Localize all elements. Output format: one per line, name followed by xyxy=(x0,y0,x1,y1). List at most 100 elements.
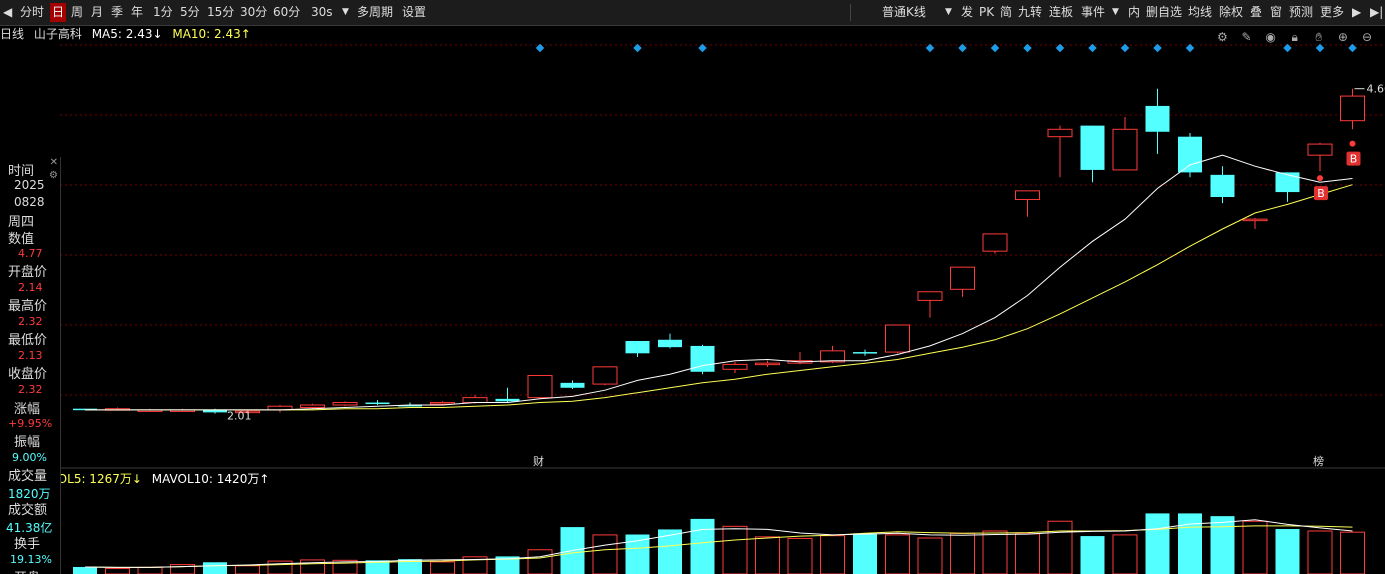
candle-body xyxy=(950,266,975,290)
events-dropdown-icon[interactable]: ▼ xyxy=(1112,3,1119,22)
toolbar-exright-button[interactable]: 除权 xyxy=(1219,3,1243,22)
candle-body xyxy=(853,352,877,354)
nav-forward-icon[interactable]: ▶ xyxy=(1352,3,1361,22)
period-tab-15min[interactable]: 15分 xyxy=(207,3,234,22)
volume-bar xyxy=(722,525,748,574)
period-tab-60min[interactable]: 60分 xyxy=(273,3,300,22)
more-label: 开盘 xyxy=(14,567,40,574)
candle-body xyxy=(1178,136,1202,173)
signal-dot xyxy=(1317,175,1323,182)
volume-bar xyxy=(235,565,260,574)
period-tab-daily[interactable]: 日 xyxy=(50,3,66,22)
turnover-rate-label: 换手 xyxy=(14,537,41,552)
candle-body xyxy=(495,398,520,402)
high-value: 2.32 xyxy=(18,315,43,328)
close-icon[interactable]: ✕ xyxy=(50,157,58,168)
candle-body xyxy=(1112,128,1138,171)
low-label: 最低价 xyxy=(8,333,48,348)
toolbar-pk-button[interactable]: PK xyxy=(979,3,994,22)
period-tab-monthly[interactable]: 月 xyxy=(91,3,103,22)
period-dropdown-icon[interactable]: ▼ xyxy=(342,3,349,22)
candle-body xyxy=(755,362,780,366)
low-price-label: 2.01 xyxy=(227,409,252,422)
candle-body xyxy=(1340,95,1365,122)
kline-type-dropdown-icon[interactable]: ▼ xyxy=(945,3,952,22)
period-tab-30s[interactable]: 30s xyxy=(311,3,333,22)
mavol10-readout: MAVOL10: 1420万↑ xyxy=(151,472,270,486)
period-tab-1min[interactable]: 1分 xyxy=(153,3,173,22)
volume-bar xyxy=(853,533,877,574)
close-label: 收盘价 xyxy=(8,367,48,382)
period-tab-yearly[interactable]: 年 xyxy=(131,3,143,22)
candle-body xyxy=(625,341,650,354)
ma5-line xyxy=(85,154,1353,411)
nav-back-icon[interactable]: ◀ xyxy=(3,3,12,22)
period-tab-weekly[interactable]: 周 xyxy=(71,3,83,22)
chart-tools: ⚙ ✎ ◉ 🔒︎ ✋︎ ⊕ ⊖ xyxy=(1211,26,1375,44)
volume-bar xyxy=(1242,520,1268,574)
kline-type-select[interactable]: 普通K线 xyxy=(882,3,926,22)
candlesticks xyxy=(73,88,1365,414)
toolbar-more-button[interactable]: 更多 xyxy=(1320,3,1344,22)
price-grid xyxy=(60,44,1385,396)
close-value: 2.32 xyxy=(18,383,43,396)
candle-body xyxy=(1307,143,1333,156)
volume-bar xyxy=(1080,536,1105,574)
volume-label: 成交量 xyxy=(8,469,48,484)
toolbar-jiuzhuan-button[interactable]: 九转 xyxy=(1018,3,1042,22)
volume-bar xyxy=(203,562,227,574)
toolbar-window-button[interactable]: 窗 xyxy=(1270,3,1282,22)
toolbar-nei-button[interactable]: 内 xyxy=(1128,3,1140,22)
multi-period-button[interactable]: 多周期 xyxy=(357,3,393,22)
toolbar-jian-button[interactable]: 简 xyxy=(1000,3,1012,22)
stock-name[interactable]: 山子高科 xyxy=(34,27,82,41)
volume-bar xyxy=(430,561,455,574)
volume-bar xyxy=(982,530,1008,574)
candle-body xyxy=(1047,128,1073,138)
high-price-label: 4.66 xyxy=(1367,83,1385,96)
time-label: 时间 xyxy=(8,164,35,179)
volume-bar xyxy=(917,537,943,574)
toolbar-fa-button[interactable]: 发 xyxy=(961,3,973,22)
crosshair-info-panel: ✕ ⚙ 时间 2025 0828 周四 数值 4.77 开盘价 2.14 最高价… xyxy=(0,157,61,574)
candle-body xyxy=(1210,174,1235,197)
candle-body xyxy=(430,402,455,405)
toolbar-delete-watchlist-button[interactable]: 删自选 xyxy=(1146,3,1182,22)
toolbar-forecast-button[interactable]: 预测 xyxy=(1289,3,1313,22)
low-value: 2.13 xyxy=(18,349,43,362)
nav-last-icon[interactable]: ▶| xyxy=(1370,3,1383,22)
candle-body xyxy=(332,402,358,406)
chart-title-bar: 日线 山子高科 MA5: 2.43↓ MA10: 2.43↑ xyxy=(0,25,257,43)
volume-bar xyxy=(1047,520,1073,574)
period-tab-5min[interactable]: 5分 xyxy=(180,3,200,22)
candle-body xyxy=(560,382,585,388)
toolbar-ma-button[interactable]: 均线 xyxy=(1188,3,1212,22)
toolbar-events-button[interactable]: 事件 xyxy=(1081,3,1105,22)
signal-dot xyxy=(1349,140,1356,147)
event-marker-cai[interactable]: 财 xyxy=(533,454,544,468)
period-tab-quarterly[interactable]: 季 xyxy=(111,3,123,22)
toolbar-lianban-button[interactable]: 连板 xyxy=(1049,3,1073,22)
volume-bar xyxy=(1145,513,1170,574)
event-marker-bang[interactable]: 榜 xyxy=(1313,454,1324,468)
candle-body xyxy=(982,233,1008,252)
signal-diamond-icon xyxy=(1315,43,1325,53)
turnover-rate-value: 19.13% xyxy=(10,553,52,566)
candle-body xyxy=(462,397,488,404)
signal-diamond-icon xyxy=(1185,43,1195,53)
turnover-label: 成交额 xyxy=(8,503,48,518)
signal-diamond-icon xyxy=(925,43,935,53)
period-tab-fenshi[interactable]: 分时 xyxy=(20,3,44,22)
candle-body xyxy=(917,291,943,301)
settings-button[interactable]: 设置 xyxy=(402,3,426,22)
signal-diamond-icon xyxy=(1055,43,1065,53)
volume-bar xyxy=(950,532,975,574)
candle-body xyxy=(1015,190,1040,200)
buy-signal-label: B xyxy=(1350,153,1358,166)
panel-settings-icon[interactable]: ⚙ xyxy=(49,170,58,181)
period-tab-30min[interactable]: 30分 xyxy=(240,3,267,22)
toolbar-overlay-button[interactable]: 叠 xyxy=(1250,3,1262,22)
toolbar: ◀ 分时 日 周 月 季 年 1分 5分 15分 30分 60分 30s ▼ 多… xyxy=(0,0,1385,26)
buy-signal-label: B xyxy=(1317,187,1325,200)
kline-chart[interactable]: 2.01 4.66 财 榜 B B xyxy=(0,43,1385,574)
